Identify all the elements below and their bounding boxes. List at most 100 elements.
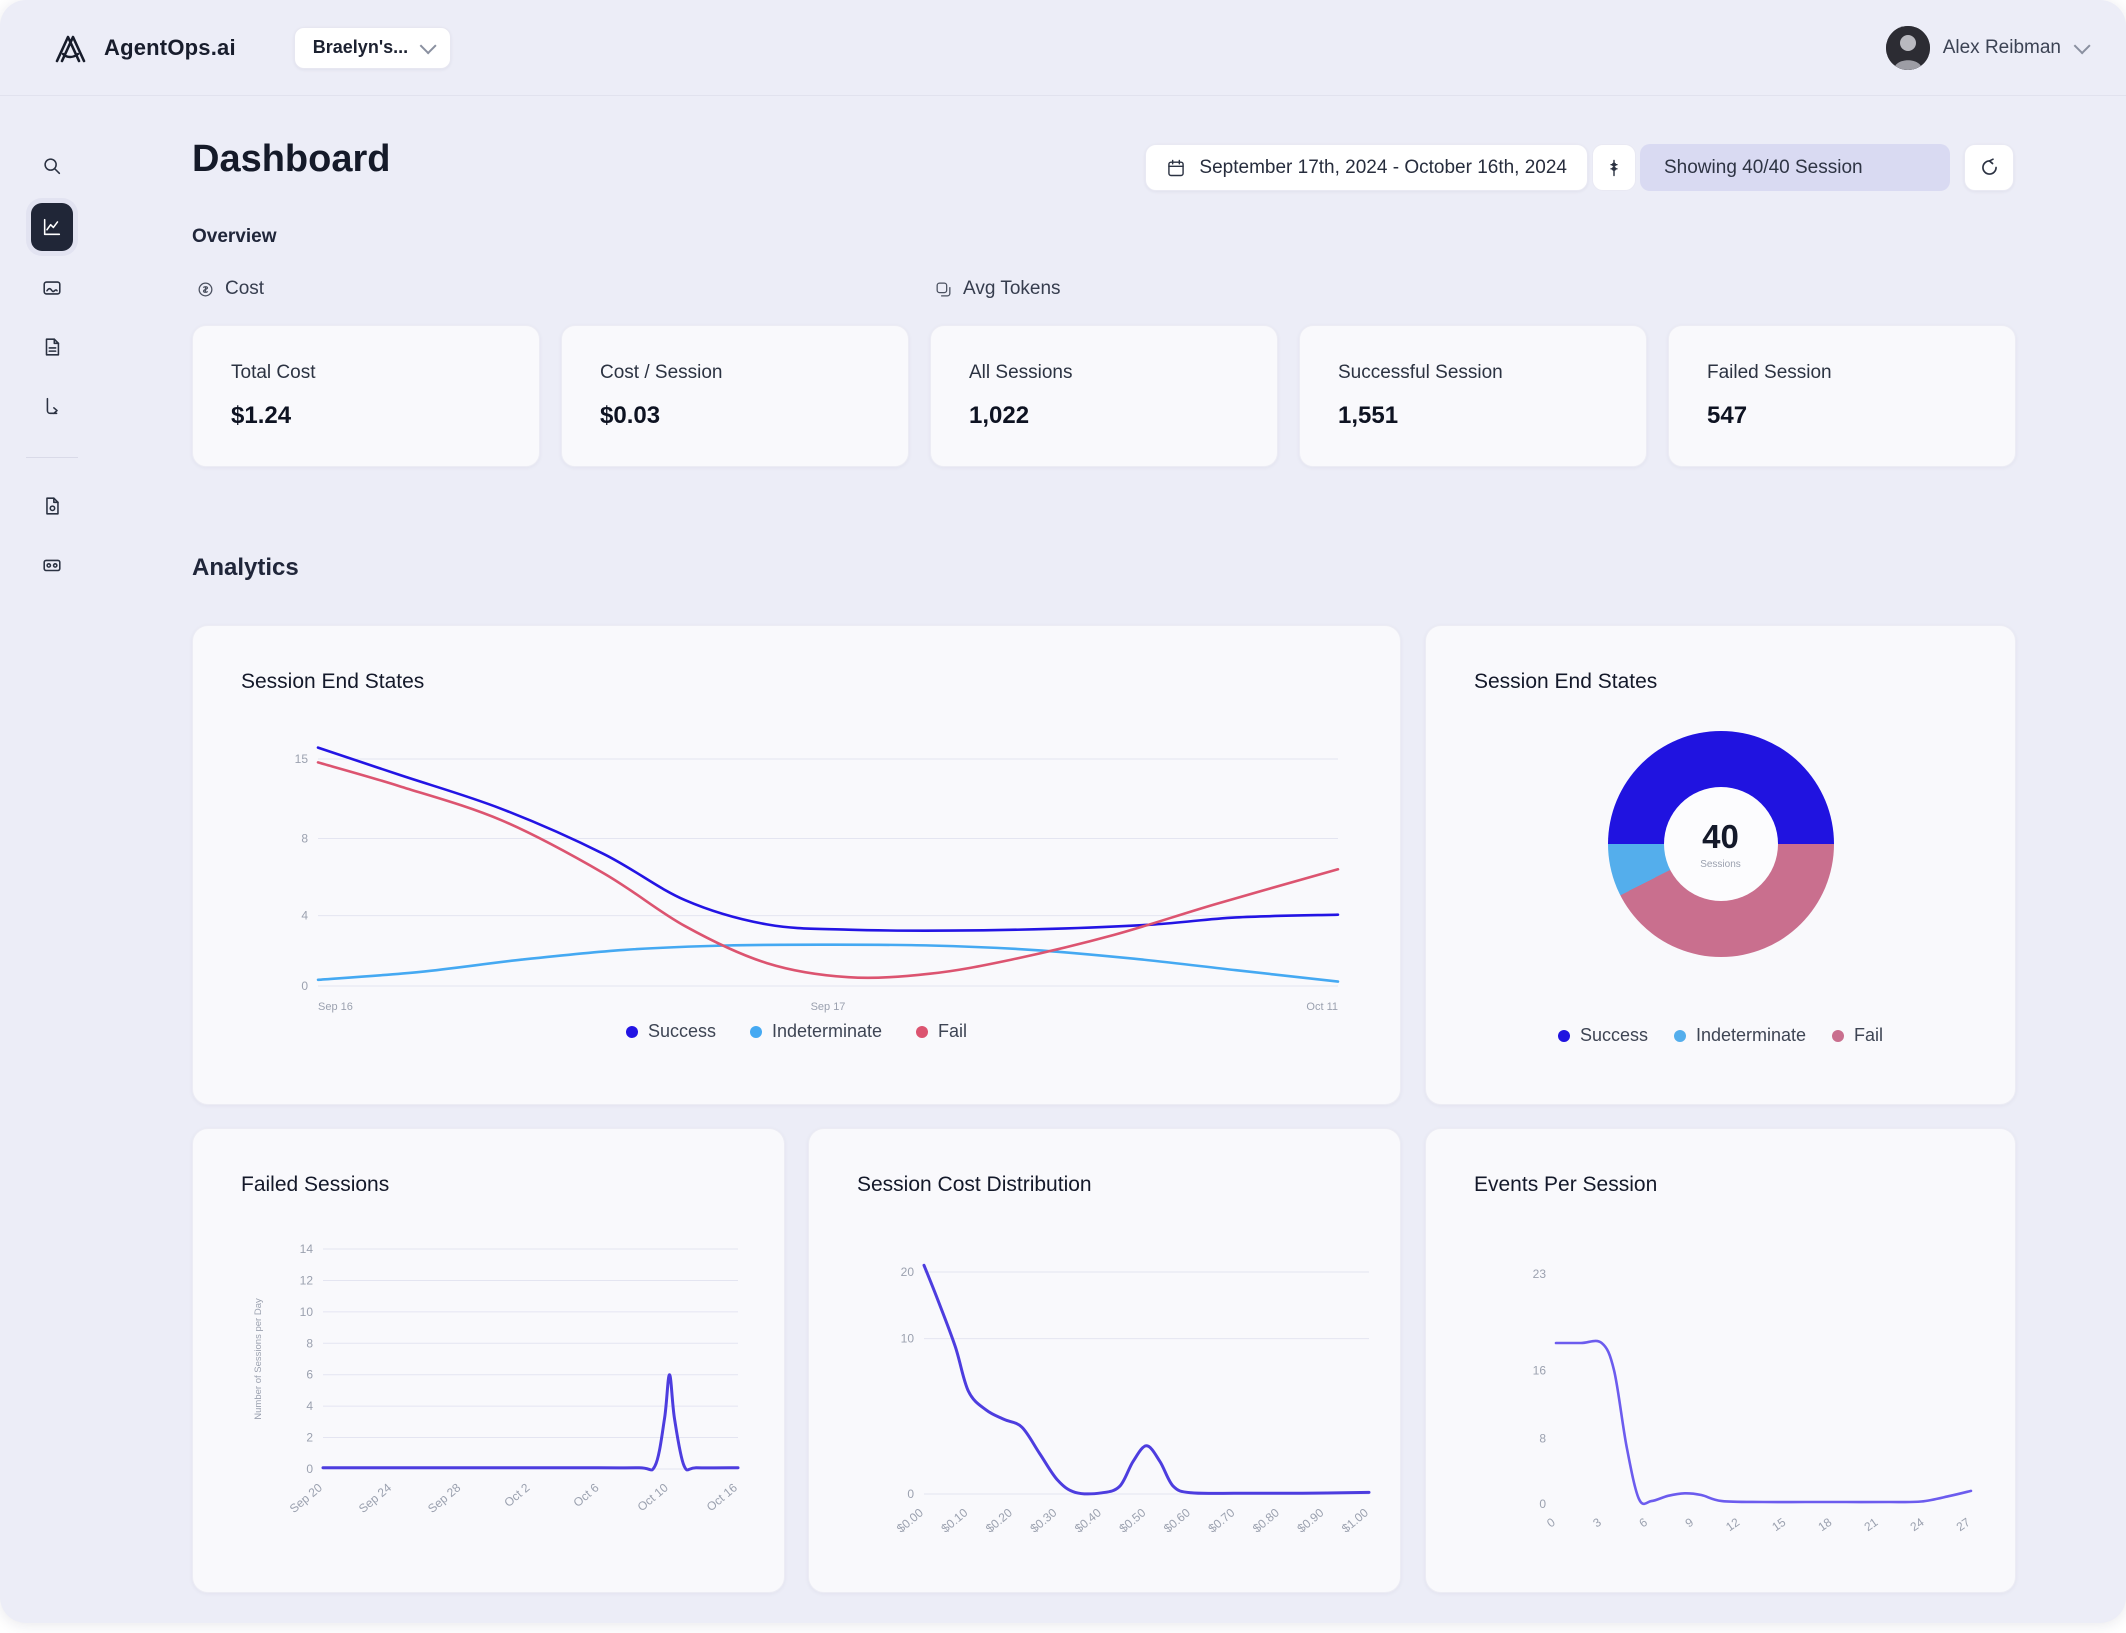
chart-title: Events Per Session xyxy=(1474,1173,1658,1196)
trace-path-icon xyxy=(46,397,58,415)
project-selector[interactable]: Braelyn's... xyxy=(293,26,452,69)
legend-label: Indeterminate xyxy=(1695,1025,1807,1045)
chart-card-failed-sessions: Failed Sessions 0 2 4 6 8 10 12 14 Sep 20 Sep 24 S… xyxy=(192,1128,785,1593)
sidebar xyxy=(0,96,104,1623)
stat-label: Total Cost xyxy=(231,362,316,383)
svg-text:$0.50: $0.50 xyxy=(1116,1505,1148,1535)
svg-text:$0.60: $0.60 xyxy=(1161,1505,1193,1535)
sidebar-item-sessions[interactable] xyxy=(30,266,74,310)
main-content: Dashboard September 17th, 2024 - October… xyxy=(104,96,2126,1623)
sidebar-item-traces[interactable] xyxy=(30,384,74,428)
project-selector-label: Braelyn's... xyxy=(312,37,409,57)
session-end-states-line-chart: 0 4 8 15 Sep 16 Sep 17 Oct 11 xyxy=(295,746,1340,1013)
legend-dot xyxy=(916,1025,929,1038)
document-icon xyxy=(45,338,60,356)
svg-text:$0.90: $0.90 xyxy=(1294,1505,1326,1535)
svg-text:Sep 20: Sep 20 xyxy=(287,1480,325,1515)
chart-card-events-per-session: Events Per Session 0 8 16 23 0 3 6 9 12 15 18 21 24 2… xyxy=(1425,1128,2016,1593)
analytics-section-label: Analytics xyxy=(192,554,299,581)
legend-label: Fail xyxy=(1854,1025,1884,1045)
svg-text:Sep 17: Sep 17 xyxy=(811,1001,846,1013)
date-range-picker[interactable]: September 17th, 2024 - October 16th, 202… xyxy=(1145,144,1588,191)
chart-title: Session End States xyxy=(1474,670,1658,693)
toggle-avg-tokens-label: Avg Tokens xyxy=(963,278,1061,299)
chart-title: Session Cost Distribution xyxy=(857,1173,1092,1196)
stat-label: All Sessions xyxy=(969,362,1073,383)
donut-total-label: Sessions xyxy=(1700,859,1741,870)
session-cost-line-chart: 0 10 20 $0.00 $0.10 $0.20 $0.30 $0.40 $0.50 $0.60… xyxy=(894,1263,1371,1536)
stat-card-failed-session: Failed Session 547 xyxy=(1668,325,2016,467)
brand-name: AgentOps.ai xyxy=(104,34,236,60)
svg-text:0: 0 xyxy=(907,1487,914,1501)
filter-button[interactable] xyxy=(1592,144,1636,191)
tokens-icon xyxy=(936,282,951,296)
legend-label: Indeterminate xyxy=(771,1021,883,1041)
stat-value: $1.24 xyxy=(231,402,292,429)
donut-chart: 40 Sessions xyxy=(1607,731,1834,957)
stat-value: 547 xyxy=(1707,402,1748,429)
user-name: Alex Reibman xyxy=(1942,36,2061,58)
donut-center: 40 Sessions xyxy=(1663,787,1778,901)
line-chart-icon xyxy=(43,218,61,236)
svg-text:21: 21 xyxy=(1862,1515,1881,1534)
legend-label: Success xyxy=(647,1021,716,1041)
svg-text:Oct 10: Oct 10 xyxy=(635,1480,671,1514)
legend-dot xyxy=(1673,1029,1686,1042)
svg-text:Oct 2: Oct 2 xyxy=(501,1480,532,1509)
showing-sessions-badge: Showing 40/40 Session xyxy=(1640,144,1950,191)
search-icon xyxy=(44,158,61,175)
svg-text:0: 0 xyxy=(306,1462,313,1476)
sidebar-divider xyxy=(26,457,78,458)
sidebar-item-search[interactable] xyxy=(30,144,74,188)
legend-dot xyxy=(625,1025,638,1038)
stat-card-all-sessions: All Sessions 1,022 xyxy=(930,325,1278,467)
stat-card-successful-session: Successful Session 1,551 xyxy=(1299,325,1647,467)
sidebar-item-dashboard[interactable] xyxy=(31,203,73,251)
screen: AgentOps.ai Braelyn's... Alex Reibman Da… xyxy=(0,0,2126,1633)
svg-text:Number of Sessions per Day: Number of Sessions per Day xyxy=(253,1298,264,1420)
stat-card-cost-per-session: Cost / Session $0.03 xyxy=(561,325,909,467)
svg-text:Sep 28: Sep 28 xyxy=(425,1480,463,1515)
chart-title: Failed Sessions xyxy=(241,1173,390,1196)
stat-label: Successful Session xyxy=(1338,362,1503,383)
svg-text:14: 14 xyxy=(300,1242,314,1256)
avatar xyxy=(1885,25,1930,70)
toggle-cost-label: Cost xyxy=(225,278,265,299)
chart-card-session-cost-distribution: Session Cost Distribution 0 10 20 $0.00 $0.1… xyxy=(808,1128,1401,1593)
sidebar-item-logs[interactable] xyxy=(30,325,74,369)
svg-text:$0.20: $0.20 xyxy=(983,1505,1015,1535)
legend-dot xyxy=(1832,1029,1845,1042)
sidebar-item-docs[interactable] xyxy=(30,484,74,528)
legend-item-fail: Fail xyxy=(916,1021,967,1042)
svg-text:6: 6 xyxy=(1636,1515,1650,1530)
header-controls: September 17th, 2024 - October 16th, 202… xyxy=(1145,144,2014,191)
sliders-icon xyxy=(1610,159,1618,176)
calendar-icon xyxy=(1168,159,1185,176)
toggle-cost[interactable]: Cost xyxy=(196,278,264,300)
legend-item-success: Success xyxy=(1557,1025,1648,1046)
refresh-icon xyxy=(1981,158,1997,175)
sidebar-item-api-keys[interactable] xyxy=(30,543,74,587)
app-window: AgentOps.ai Braelyn's... Alex Reibman Da… xyxy=(0,0,2126,1623)
refresh-button[interactable] xyxy=(1964,144,2014,191)
chart-card-session-end-states-line: Session End States 0 4 8 15 Sep 16 Sep 17 Oct … xyxy=(192,625,1401,1105)
svg-text:0: 0 xyxy=(1544,1515,1558,1530)
chart-card-session-end-states-donut: Session End States 40 Sessions Success I… xyxy=(1425,625,2016,1105)
svg-text:$0.40: $0.40 xyxy=(1072,1505,1104,1535)
user-menu[interactable]: Alex Reibman xyxy=(1885,25,2091,70)
svg-text:6: 6 xyxy=(306,1368,313,1382)
svg-text:4: 4 xyxy=(301,909,308,923)
svg-text:16: 16 xyxy=(1533,1364,1547,1378)
svg-text:8: 8 xyxy=(301,831,308,845)
page-title: Dashboard xyxy=(192,138,391,180)
svg-text:8: 8 xyxy=(306,1336,313,1350)
legend-dot xyxy=(1557,1029,1570,1042)
legend-item-fail: Fail xyxy=(1832,1025,1883,1046)
legend-item-indeterminate: Indeterminate xyxy=(1673,1025,1807,1046)
legend-label: Fail xyxy=(938,1021,968,1041)
svg-text:0: 0 xyxy=(1539,1497,1546,1511)
toggle-avg-tokens[interactable]: Avg Tokens xyxy=(934,278,1061,300)
stat-label: Failed Session xyxy=(1707,362,1832,383)
svg-text:Sep 16: Sep 16 xyxy=(318,1001,353,1013)
svg-text:10: 10 xyxy=(901,1332,915,1346)
